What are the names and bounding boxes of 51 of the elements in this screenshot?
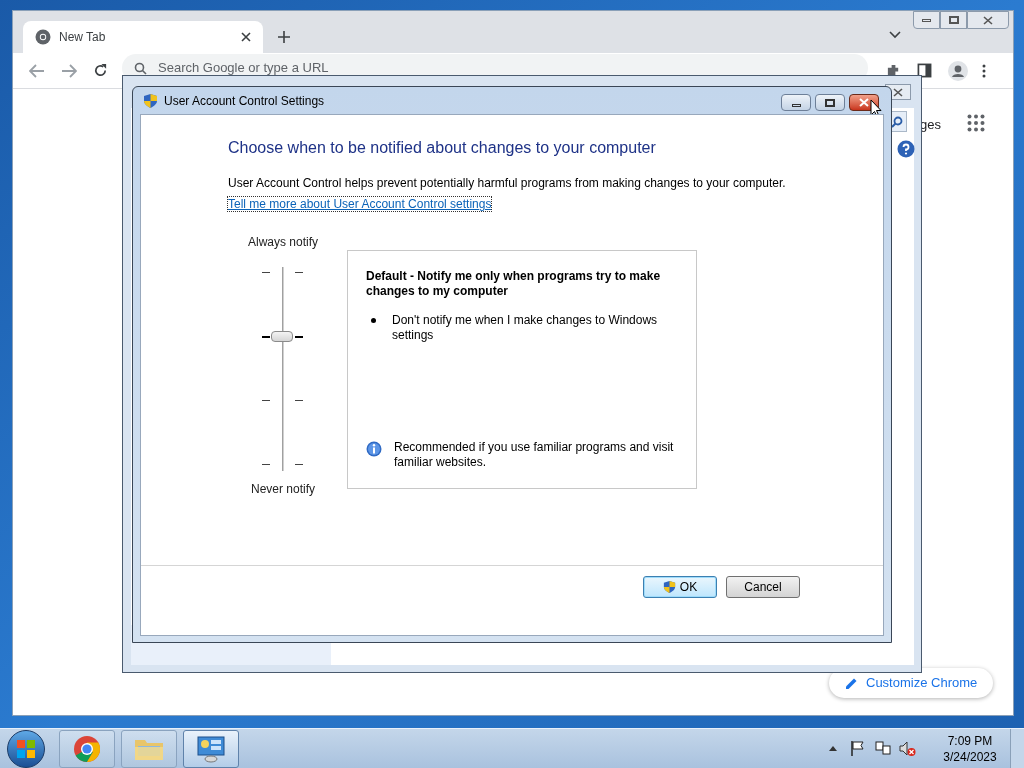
info-icon: [366, 441, 382, 457]
help-icon[interactable]: [897, 140, 915, 158]
menu-icon[interactable]: [982, 63, 986, 78]
muted-speaker-icon[interactable]: [899, 740, 916, 757]
chevron-down-icon[interactable]: [889, 31, 901, 39]
side-panel-icon[interactable]: [917, 63, 932, 78]
profile-icon[interactable]: [948, 60, 968, 81]
level-title: Default - Notify me only when programs try to make changes to my computer: [366, 269, 662, 299]
new-tab-icon[interactable]: [277, 30, 291, 44]
bullet-text: Don't notify me when I make changes to Windows settings: [392, 313, 659, 343]
close-icon: [893, 87, 903, 97]
notification-slider[interactable]: [261, 267, 305, 471]
clock[interactable]: 7:09 PM 3/24/2023: [930, 732, 1010, 765]
description: User Account Control helps prevent potentially harmful programs from making changes to your computer.: [228, 176, 787, 191]
chrome-logo-icon: [35, 29, 51, 45]
minimize-button[interactable]: [781, 94, 811, 111]
cancel-button[interactable]: Cancel: [726, 576, 800, 598]
chrome-logo-icon: [73, 734, 101, 763]
windows-logo-icon: [16, 738, 36, 759]
tab-title: New Tab: [59, 29, 107, 46]
minimize-button[interactable]: [913, 11, 940, 29]
show-hidden-icons-icon[interactable]: [829, 746, 837, 751]
flag-icon[interactable]: [851, 741, 865, 756]
close-icon: [859, 98, 869, 107]
heading: Choose when to be notified about changes to your computer: [228, 138, 657, 158]
maximize-button[interactable]: [815, 94, 845, 111]
recommendation-text: Recommended if you use familiar programs and visit familiar websites.: [394, 440, 675, 470]
browser-tab[interactable]: New Tab: [23, 21, 263, 53]
help-link[interactable]: Tell me more about User Account Control settings: [228, 197, 492, 211]
control-panel-icon: [196, 734, 226, 763]
ok-button[interactable]: OK: [643, 576, 717, 598]
slider-label: Always notify: [248, 235, 318, 250]
shield-icon: [662, 580, 676, 594]
close-icon: [983, 15, 993, 25]
maximize-button[interactable]: [940, 11, 967, 29]
start-button[interactable]: [7, 729, 45, 768]
pencil-icon: [845, 676, 858, 690]
taskbar-button[interactable]: [59, 729, 115, 768]
bullet-icon: [371, 318, 376, 323]
reload-icon[interactable]: [93, 63, 108, 78]
back-icon[interactable]: [29, 63, 45, 78]
slider-label: Never notify: [251, 482, 315, 497]
search-icon: [134, 61, 147, 75]
forward-icon[interactable]: [61, 63, 77, 78]
apps-grid-icon[interactable]: [967, 114, 985, 132]
network-icon[interactable]: [875, 741, 891, 756]
shield-icon: [143, 93, 158, 109]
window-title: User Account Control Settings: [164, 93, 325, 110]
slider-thumb[interactable]: [271, 331, 293, 343]
taskbar-button[interactable]: [183, 729, 239, 768]
close-icon[interactable]: [241, 32, 251, 42]
